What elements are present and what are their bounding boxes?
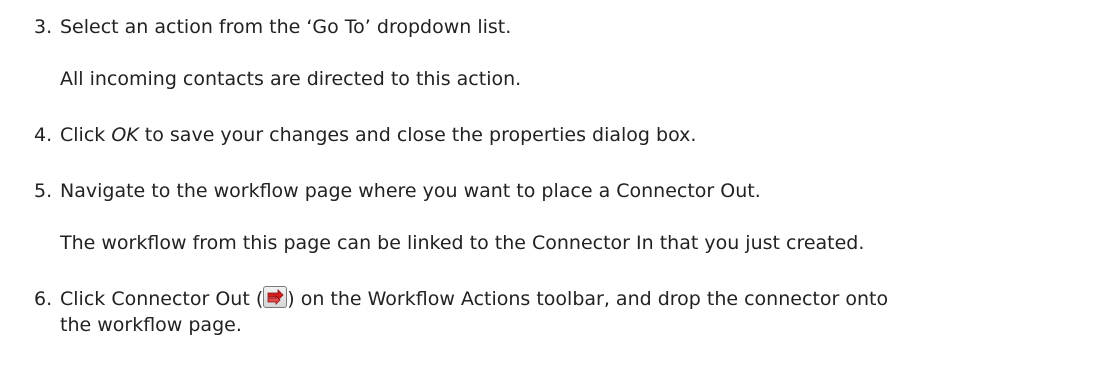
ok-term: OK: [111, 124, 139, 146]
step-text: Click OK to save your changes and close …: [60, 122, 1100, 148]
step-text: Navigate to the workflow page where you …: [60, 180, 761, 202]
step-number: 6.: [34, 288, 53, 310]
step-text-before: Click: [60, 124, 112, 146]
document-page: 3. Select an action from the ‘Go To’ dro…: [0, 0, 1112, 387]
step-note: The workflow from this page can be linke…: [60, 232, 865, 254]
step-text-after: to save your changes and close the prope…: [138, 124, 697, 146]
connector-out-glyph: [267, 289, 284, 305]
step-text-continued: the workflow page.: [60, 314, 242, 336]
step-number: 3.: [34, 16, 53, 38]
step-text-before: Click Connector Out (: [60, 288, 264, 310]
step-note: All incoming contacts are directed to th…: [60, 68, 522, 90]
step-text: Click Connector Out ( ) on the Workflow …: [60, 286, 1100, 312]
step-number: 5.: [34, 180, 53, 202]
step-text: Select an action from the ‘Go To’ dropdo…: [60, 16, 512, 38]
connector-out-icon: [263, 286, 288, 308]
step-number: 4.: [34, 124, 53, 146]
step-text-after: ) on the Workflow Actions toolbar, and d…: [287, 288, 889, 310]
